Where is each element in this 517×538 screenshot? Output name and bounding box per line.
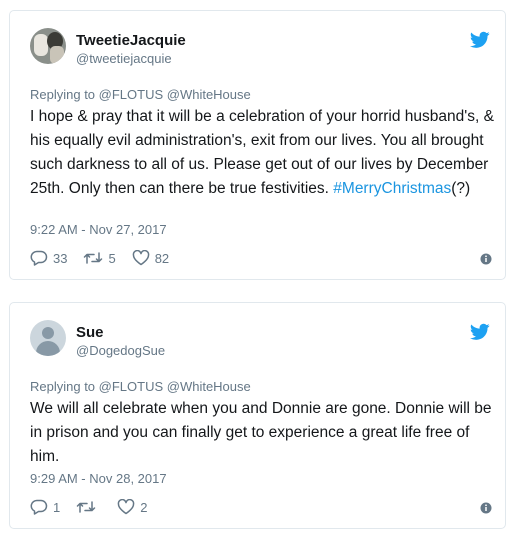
reply-button[interactable]: 1 <box>30 499 60 515</box>
reply-count: 1 <box>53 499 61 515</box>
tweet-card[interactable]: Sue @DogedogSue Replying to @FLOTUS @Whi… <box>9 302 506 529</box>
retweet-count: 5 <box>108 250 116 266</box>
author-name[interactable]: TweetieJacquie <box>76 32 186 49</box>
like-count: 82 <box>154 250 170 266</box>
tweet-text: We will all celebrate when you and Donni… <box>30 400 492 465</box>
reply-icon <box>30 499 48 515</box>
reply-count: 33 <box>53 250 68 266</box>
author-name[interactable]: Sue <box>76 324 104 341</box>
retweet-icon <box>76 501 96 513</box>
tweet-actions: 33 5 82 <box>30 248 185 268</box>
tweet-timestamp[interactable]: 9:22 AM - Nov 27, 2017 <box>30 222 167 237</box>
twitter-bird-icon[interactable] <box>470 31 490 49</box>
replying-to: Replying to @FLOTUS @WhiteHouse <box>30 87 251 102</box>
hashtag-link[interactable]: #MerryChristmas <box>333 180 451 197</box>
like-icon <box>117 499 135 515</box>
avatar[interactable] <box>30 320 66 356</box>
author-handle[interactable]: @tweetiejacquie <box>76 51 172 66</box>
like-button[interactable]: 2 <box>117 499 147 515</box>
info-icon[interactable] <box>480 502 492 514</box>
author-handle[interactable]: @DogedogSue <box>76 343 165 358</box>
tweet-actions: 1 2 <box>30 497 163 517</box>
info-icon[interactable] <box>480 253 492 265</box>
reply-icon <box>30 250 48 266</box>
retweet-icon <box>84 252 103 264</box>
twitter-bird-icon[interactable] <box>470 323 490 341</box>
avatar[interactable] <box>30 28 66 64</box>
like-icon <box>132 250 149 266</box>
tweet-timestamp[interactable]: 9:29 AM - Nov 28, 2017 <box>30 471 167 486</box>
reply-button[interactable]: 33 <box>30 250 67 266</box>
replying-to: Replying to @FLOTUS @WhiteHouse <box>30 379 251 394</box>
retweet-button[interactable]: 5 <box>83 250 116 266</box>
like-count: 2 <box>140 499 148 515</box>
like-button[interactable]: 82 <box>132 250 169 266</box>
tweet-card[interactable]: TweetieJacquie @tweetiejacquie Replying … <box>9 10 506 280</box>
retweet-button[interactable] <box>76 500 101 514</box>
tweet-text: I hope & pray that it will be a celebrat… <box>30 108 494 197</box>
